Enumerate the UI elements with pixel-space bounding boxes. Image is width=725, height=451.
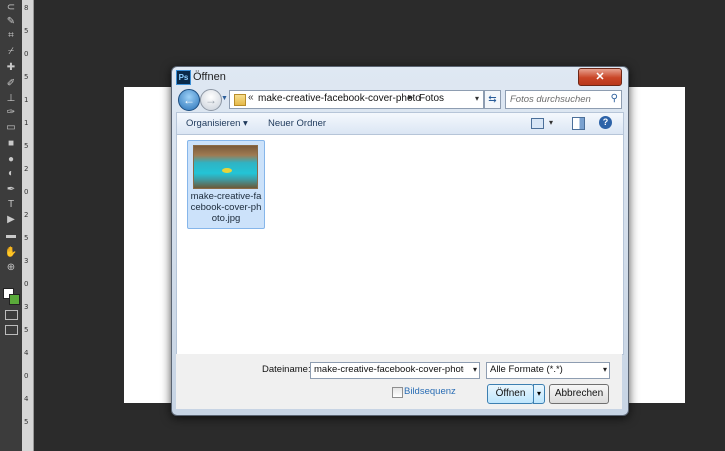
breadcrumb-separator-icon[interactable]: ▸ bbox=[408, 92, 413, 103]
crop-icon[interactable]: ⌗ bbox=[3, 30, 19, 42]
ruler-number: 5 bbox=[24, 326, 29, 334]
pen-icon[interactable]: ✒ bbox=[3, 184, 19, 196]
ruler-number: 5 bbox=[24, 73, 29, 81]
command-bar: Organisieren ▾ Neuer Ordner ▾ ? bbox=[176, 112, 624, 135]
dialog-footer: Dateiname: make-creative-facebook-cover-… bbox=[176, 354, 622, 409]
file-type-select[interactable]: Alle Formate (*.*) ▾ bbox=[486, 362, 610, 379]
raft-shape bbox=[222, 168, 232, 173]
ruler-number: 1 bbox=[24, 119, 29, 127]
ruler-number: 3 bbox=[24, 303, 29, 311]
search-input[interactable]: Fotos durchsuchen ⚲ bbox=[505, 90, 622, 109]
dialog-titlebar[interactable]: Ps Öffnen ✕ bbox=[172, 67, 628, 87]
recent-locations-icon[interactable]: ▼ bbox=[221, 95, 228, 102]
file-type-value: Alle Formate (*.*) bbox=[490, 364, 563, 375]
view-options-dropdown-icon[interactable]: ▾ bbox=[549, 118, 553, 127]
history-brush-icon[interactable]: ✑ bbox=[3, 107, 19, 119]
breadcrumb-overflow-icon[interactable]: « bbox=[248, 92, 254, 103]
dodge-icon[interactable]: ◐ bbox=[3, 168, 19, 180]
quick-mask-icon[interactable] bbox=[5, 310, 18, 320]
tools-panel: ⊂ ✎ ⌗ ⌿ ✚ ✐ ⊥ ✑ ▭ ■ ● ◐ ✒ T ▶ ▬ ✋ ⊕ bbox=[0, 0, 23, 451]
rectangle-shape-icon[interactable]: ▬ bbox=[3, 230, 19, 242]
hand-icon[interactable]: ✋ bbox=[3, 247, 19, 259]
vertical-ruler: 8 5 0 5 1 1 5 2 0 2 5 3 0 3 5 4 0 4 5 bbox=[22, 0, 34, 451]
filename-field[interactable]: make-creative-facebook-cover-photo.jp ▾ bbox=[310, 362, 480, 379]
photoshop-icon: Ps bbox=[176, 70, 191, 85]
change-view-icon[interactable] bbox=[531, 118, 544, 129]
navigation-bar: ← → ▼ « make-creative-facebook-cover-pho… bbox=[176, 89, 624, 111]
help-icon[interactable]: ? bbox=[599, 116, 612, 129]
screen-mode-icon[interactable] bbox=[5, 325, 18, 335]
search-icon[interactable]: ⚲ bbox=[611, 93, 618, 104]
ruler-number: 2 bbox=[24, 165, 29, 173]
filename-dropdown-icon[interactable]: ▾ bbox=[473, 365, 477, 374]
dialog-title: Öffnen bbox=[193, 71, 226, 83]
healing-brush-icon[interactable]: ✚ bbox=[3, 62, 19, 74]
lasso-icon[interactable]: ⊂ bbox=[3, 2, 19, 14]
ruler-number: 1 bbox=[24, 96, 29, 104]
ruler-number: 5 bbox=[24, 418, 29, 426]
path-selection-icon[interactable]: ▶ bbox=[3, 214, 19, 226]
magic-wand-icon[interactable]: ✎ bbox=[3, 16, 19, 28]
cancel-button[interactable]: Abbrechen bbox=[549, 384, 609, 404]
blur-icon[interactable]: ● bbox=[3, 154, 19, 166]
file-list[interactable]: make-creative-fa cebook-cover-ph oto.jpg bbox=[176, 134, 624, 355]
zoom-icon[interactable]: ⊕ bbox=[3, 262, 19, 274]
back-button[interactable]: ← bbox=[178, 89, 200, 111]
image-sequence-checkbox[interactable] bbox=[392, 387, 403, 398]
eraser-icon[interactable]: ▭ bbox=[3, 122, 19, 134]
file-item[interactable]: make-creative-fa cebook-cover-ph oto.jpg bbox=[187, 140, 265, 229]
forward-button[interactable]: → bbox=[200, 89, 222, 111]
address-bar[interactable]: « make-creative-facebook-cover-photo ▸ F… bbox=[229, 90, 484, 109]
ruler-number: 5 bbox=[24, 142, 29, 150]
brush-icon[interactable]: ✐ bbox=[3, 78, 19, 90]
organize-button[interactable]: Organisieren ▾ bbox=[186, 118, 248, 129]
file-name: make-creative-fa cebook-cover-ph oto.jpg bbox=[190, 191, 262, 224]
close-button[interactable]: ✕ bbox=[578, 68, 622, 86]
open-options-dropdown[interactable]: ▾ bbox=[533, 384, 545, 404]
open-button[interactable]: Öffnen bbox=[487, 384, 534, 404]
ruler-number: 0 bbox=[24, 50, 29, 58]
search-placeholder: Fotos durchsuchen bbox=[510, 94, 591, 105]
folder-icon bbox=[234, 94, 246, 106]
ruler-number: 3 bbox=[24, 257, 29, 265]
breadcrumb-parent-folder[interactable]: make-creative-facebook-cover-photo bbox=[258, 93, 421, 104]
filename-label: Dateiname: bbox=[262, 364, 311, 375]
ruler-number: 4 bbox=[24, 395, 29, 403]
refresh-button[interactable]: ⇆ bbox=[484, 90, 501, 109]
clone-stamp-icon[interactable]: ⊥ bbox=[3, 93, 19, 105]
address-dropdown-icon[interactable]: ▾ bbox=[475, 94, 479, 103]
ruler-number: 4 bbox=[24, 349, 29, 357]
type-icon[interactable]: T bbox=[3, 199, 19, 211]
ruler-number: 0 bbox=[24, 188, 29, 196]
file-name-line: cebook-cover-ph bbox=[190, 202, 262, 213]
background-color-swatch[interactable] bbox=[9, 294, 20, 305]
ruler-number: 0 bbox=[24, 280, 29, 288]
ruler-number: 5 bbox=[24, 27, 29, 35]
file-name-line: oto.jpg bbox=[211, 213, 241, 224]
image-sequence-label[interactable]: Bildsequenz bbox=[404, 386, 456, 397]
ruler-number: 8 bbox=[24, 4, 29, 12]
gradient-icon[interactable]: ■ bbox=[3, 138, 19, 150]
file-type-dropdown-icon[interactable]: ▾ bbox=[603, 365, 607, 374]
preview-pane-icon[interactable] bbox=[572, 117, 585, 130]
ruler-number: 0 bbox=[24, 372, 29, 380]
open-file-dialog: Ps Öffnen ✕ ← → ▼ « make-creative-facebo… bbox=[171, 66, 629, 416]
ruler-number: 5 bbox=[24, 234, 29, 242]
new-folder-button[interactable]: Neuer Ordner bbox=[268, 118, 326, 129]
breadcrumb-current-folder[interactable]: Fotos bbox=[419, 93, 444, 104]
image-thumbnail bbox=[193, 145, 258, 189]
file-name-line: make-creative-fa bbox=[190, 191, 262, 202]
ruler-number: 2 bbox=[24, 211, 29, 219]
filename-value: make-creative-facebook-cover-photo.jp bbox=[314, 364, 464, 375]
eyedropper-icon[interactable]: ⌿ bbox=[3, 46, 19, 58]
